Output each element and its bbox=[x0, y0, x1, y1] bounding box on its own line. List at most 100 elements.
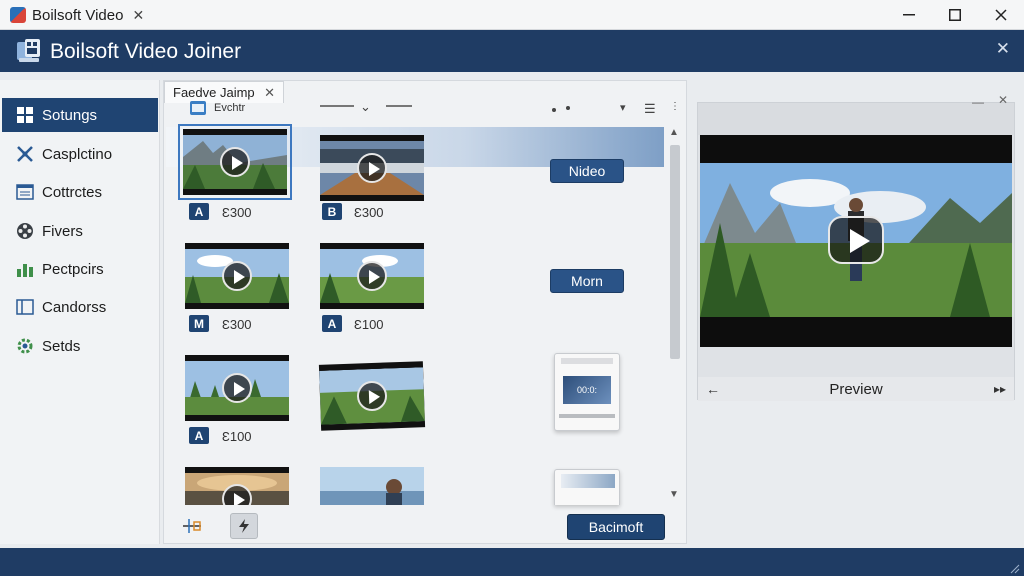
bar-chart-icon bbox=[16, 260, 34, 278]
status-bar bbox=[0, 548, 1024, 576]
mom-button[interactable]: Morn bbox=[550, 269, 624, 293]
vertical-scrollbar[interactable]: ▲ ▼ bbox=[666, 127, 682, 501]
clip-badge: A bbox=[189, 427, 209, 444]
clip-thumbnail[interactable] bbox=[178, 124, 292, 200]
play-icon[interactable] bbox=[357, 153, 387, 183]
clip-duration: Ɛ100 bbox=[222, 429, 252, 444]
subtool[interactable]: Evchtr bbox=[190, 101, 245, 115]
sidebar-item-cottrctes[interactable]: Cottrctes bbox=[2, 175, 158, 209]
device-screen-label: 00:0: bbox=[563, 376, 611, 404]
menu-icon[interactable]: ☰ bbox=[644, 101, 656, 117]
sidebar-item-label: Cottrctes bbox=[42, 183, 103, 201]
quick-join-button[interactable] bbox=[230, 513, 258, 539]
sidebar-item-label: Candorss bbox=[42, 298, 107, 316]
window-tab[interactable]: Boilsoft Video ✕ bbox=[0, 0, 148, 30]
dropdown-arrow-icon[interactable]: ▾ bbox=[620, 101, 626, 114]
play-icon[interactable] bbox=[222, 373, 252, 403]
panel-tab[interactable]: Faedve Jaimp ✕ bbox=[164, 81, 284, 103]
video-button[interactable]: Nideo bbox=[550, 159, 624, 183]
folder-icon bbox=[190, 101, 206, 115]
subtool-label: Evchtr bbox=[214, 102, 246, 114]
title-bar: Boilsoft Video ✕ bbox=[0, 0, 1024, 30]
app-title: Boilsoft Video Joiner bbox=[50, 40, 242, 63]
list-window-icon bbox=[16, 183, 34, 201]
clip-duration: Ɛ300 bbox=[222, 205, 252, 220]
clip-thumbnail[interactable] bbox=[185, 467, 289, 505]
join-button[interactable]: Bacimoft bbox=[567, 514, 665, 540]
clip-thumbnail[interactable] bbox=[185, 355, 289, 421]
app-icon bbox=[10, 7, 26, 23]
close-window-button[interactable] bbox=[978, 0, 1024, 30]
minimize-icon bbox=[903, 14, 915, 16]
preview-controls: ← Preview ▸▸ bbox=[698, 377, 1014, 401]
maximize-button[interactable] bbox=[932, 0, 978, 30]
clip-thumbnail[interactable] bbox=[320, 135, 424, 201]
clip-badge: A bbox=[322, 315, 342, 332]
clip-thumbnail[interactable] bbox=[318, 361, 426, 431]
more-icon[interactable]: ⋮ bbox=[670, 101, 680, 112]
preview-label: Preview bbox=[829, 380, 883, 398]
dot-icon bbox=[566, 106, 570, 110]
tab-close-icon[interactable]: ✕ bbox=[132, 7, 144, 24]
toolbar-divider bbox=[320, 105, 354, 107]
window-tab-title: Boilsoft Video bbox=[32, 6, 124, 24]
close-icon bbox=[995, 9, 1007, 21]
gear-icon bbox=[16, 337, 34, 355]
resize-grip-icon bbox=[1010, 564, 1020, 574]
toolbar-divider bbox=[386, 105, 412, 107]
crossed-tools-icon bbox=[16, 145, 34, 163]
clip-duration: Ɛ100 bbox=[354, 317, 384, 332]
panel-icon bbox=[16, 298, 34, 316]
clip-badge: B bbox=[322, 203, 342, 220]
play-icon[interactable] bbox=[357, 261, 387, 291]
next-icon[interactable]: ▸▸ bbox=[994, 382, 1006, 396]
preview-play-icon[interactable] bbox=[828, 216, 884, 264]
sidebar-item-sotungs[interactable]: Sotungs bbox=[2, 98, 158, 132]
dot-icon bbox=[552, 108, 556, 112]
add-timeline-icon bbox=[183, 519, 201, 533]
clip-badge: M bbox=[189, 315, 209, 332]
play-icon[interactable] bbox=[220, 147, 250, 177]
scroll-down-icon[interactable]: ▼ bbox=[669, 489, 679, 500]
app-window: Boilsoft Video ✕ Boilsoft Video Joiner ✕ bbox=[0, 0, 1024, 576]
scroll-up-icon[interactable]: ▲ bbox=[669, 127, 679, 138]
sidebar-item-label: Casplctino bbox=[42, 145, 113, 163]
preview-close-icon[interactable]: ✕ bbox=[998, 93, 1008, 107]
sidebar: Sotungs Casplctino Cottrctes Fivers Pect… bbox=[0, 80, 160, 544]
play-icon[interactable] bbox=[222, 261, 252, 291]
sidebar-item-label: Sotungs bbox=[42, 106, 98, 124]
preview-video[interactable] bbox=[700, 135, 1012, 347]
clip-thumbnail[interactable] bbox=[320, 467, 424, 505]
sidebar-item-pectpcirs[interactable]: Pectpcirs bbox=[2, 252, 158, 286]
sidebar-item-candorss[interactable]: Candorss bbox=[2, 290, 158, 324]
clip-duration: Ɛ300 bbox=[354, 205, 384, 220]
grid-icon bbox=[16, 106, 34, 124]
app-header: Boilsoft Video Joiner ✕ bbox=[0, 30, 1024, 72]
sidebar-item-setds[interactable]: Setds bbox=[2, 329, 158, 363]
preview-minimize-icon[interactable]: — bbox=[972, 95, 984, 109]
output-device-icon[interactable]: 00:0: bbox=[554, 353, 620, 431]
film-reel-icon bbox=[16, 222, 34, 240]
sidebar-item-fivers[interactable]: Fivers bbox=[2, 214, 158, 248]
preview-panel: — ✕ ← Preview ▸▸ bbox=[697, 93, 1015, 401]
clip-duration: Ɛ300 bbox=[222, 317, 252, 332]
add-clip-button[interactable] bbox=[178, 513, 206, 539]
preview-toolbar: — ✕ bbox=[698, 93, 1014, 135]
clip-panel: Faedve Jaimp ✕ Evchtr ⌄ ▾ ☰ ⋮ A Ɛ300 B Ɛ… bbox=[163, 80, 687, 544]
scrollbar-thumb[interactable] bbox=[670, 145, 680, 359]
clip-thumbnail[interactable] bbox=[185, 243, 289, 309]
minimize-button[interactable] bbox=[886, 0, 932, 30]
preview-frame bbox=[700, 163, 1012, 317]
header-close-icon[interactable]: ✕ bbox=[996, 39, 1010, 59]
sidebar-item-casplctino[interactable]: Casplctino bbox=[2, 137, 158, 171]
app-logo-icon bbox=[17, 39, 40, 62]
maximize-icon bbox=[949, 9, 961, 21]
panel-tab-label: Faedve Jaimp bbox=[173, 85, 255, 100]
clip-badge: A bbox=[189, 203, 209, 220]
sidebar-item-label: Fivers bbox=[42, 222, 83, 240]
clip-thumbnail[interactable] bbox=[320, 243, 424, 309]
chevron-down-icon[interactable]: ⌄ bbox=[360, 99, 371, 115]
output-device-icon[interactable] bbox=[554, 469, 620, 505]
panel-tab-close-icon[interactable]: ✕ bbox=[264, 85, 275, 101]
sidebar-item-label: Pectpcirs bbox=[42, 260, 104, 278]
